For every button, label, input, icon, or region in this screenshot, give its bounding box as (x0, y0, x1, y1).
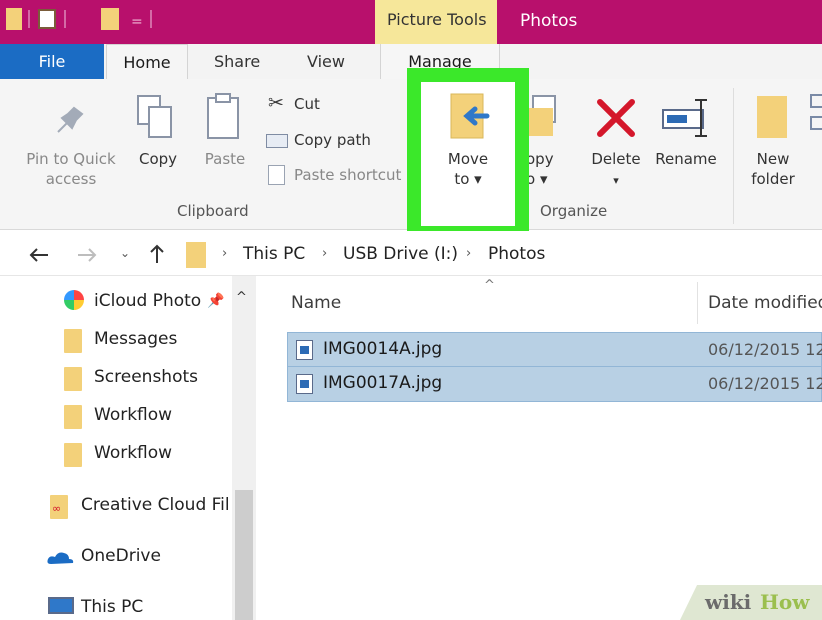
breadcrumb-usb-drive[interactable]: USB Drive (I:) (343, 244, 458, 264)
breadcrumb-chevron-icon: › (222, 246, 228, 261)
pin-icon (57, 106, 84, 133)
copy-to-label-line1: opy (526, 150, 554, 168)
pin-label-line1: Pin to Quick (26, 150, 116, 168)
forward-arrow-icon[interactable] (76, 246, 98, 264)
up-arrow-icon[interactable] (148, 243, 166, 265)
new-item-icon[interactable] (810, 94, 822, 108)
breadcrumb-chevron-icon: › (466, 246, 472, 261)
nav-item-label: This PC (81, 597, 144, 617)
scroll-up-icon[interactable]: ^ (236, 290, 247, 305)
recent-locations-icon[interactable]: ⌄ (120, 246, 130, 260)
computer-icon (48, 597, 74, 614)
file-name: IMG0014A.jpg (323, 339, 443, 359)
folder-icon (64, 329, 82, 353)
back-arrow-icon[interactable] (28, 246, 50, 264)
scissors-icon: ✂ (268, 92, 284, 114)
column-header-date-modified[interactable]: Date modified (708, 293, 822, 313)
table-row[interactable]: IMG0017A.jpg 06/12/2015 12 (287, 366, 822, 402)
paste-shortcut-button[interactable]: Paste shortcut (294, 165, 406, 185)
move-to-label: Move to ▾ (431, 149, 505, 189)
column-header-name[interactable]: Name (291, 293, 341, 313)
watermark-wiki: wiki (705, 590, 752, 614)
copy-to-button[interactable]: opy o ▾ (526, 149, 560, 189)
folder-icon (6, 8, 22, 30)
table-row[interactable]: IMG0014A.jpg 06/12/2015 12 (287, 332, 822, 368)
move-to-label-line2: to ▾ (454, 170, 482, 188)
rename-button[interactable]: Rename (650, 149, 722, 169)
copy-to-label-line2: o ▾ (526, 170, 548, 188)
delete-label: Delete (591, 150, 641, 168)
easy-access-icon[interactable] (810, 116, 822, 130)
organize-group-label: Organize (540, 202, 608, 220)
customize-qat-icon[interactable]: = (131, 14, 143, 30)
copy-icon (137, 95, 172, 138)
window-title: Photos (520, 11, 578, 31)
new-folder-button[interactable]: New folder (744, 149, 802, 189)
pin-label-line2: access (45, 170, 97, 188)
nav-item-label: Workflow (94, 443, 173, 463)
new-folder-icon[interactable] (101, 8, 119, 30)
folder-icon (64, 443, 82, 467)
nav-scroll-thumb[interactable] (235, 490, 253, 620)
nav-item-label: Workflow (94, 405, 173, 425)
properties-icon[interactable] (38, 9, 56, 29)
image-file-icon (296, 374, 313, 394)
breadcrumb-photos[interactable]: Photos (488, 244, 545, 264)
delete-icon (597, 99, 635, 137)
copy-to-icon (527, 95, 556, 136)
paste-button[interactable]: Paste (198, 149, 252, 169)
pin-icon: 📌 (207, 293, 225, 309)
image-file-icon (296, 340, 313, 360)
move-to-label-line1: Move (447, 150, 489, 168)
watermark-how: How (760, 590, 810, 614)
chevron-down-icon: ▾ (613, 174, 619, 187)
paste-shortcut-icon (268, 165, 285, 185)
copy-path-icon (266, 134, 288, 148)
file-date: 06/12/2015 12 (708, 374, 822, 393)
separator (28, 10, 30, 28)
nav-item-label: OneDrive (81, 546, 161, 566)
new-folder-icon (757, 96, 787, 138)
copy-path-button[interactable]: Copy path (294, 130, 371, 150)
nav-item-label: Messages (94, 329, 178, 349)
breadcrumb-this-pc[interactable]: This PC (243, 244, 305, 264)
icloud-photos-icon (64, 290, 84, 310)
nav-item-label: iCloud Photo (94, 291, 202, 311)
breadcrumb-chevron-icon: › (322, 246, 328, 261)
folder-icon (64, 367, 82, 391)
clipboard-group-label: Clipboard (177, 202, 249, 220)
nav-item-label: Screenshots (94, 367, 199, 387)
file-name: IMG0017A.jpg (323, 373, 443, 393)
cut-button[interactable]: Cut (294, 94, 320, 114)
creative-cloud-badge-icon: ∞ (52, 502, 62, 515)
separator (64, 10, 66, 28)
tab-file[interactable]: File (0, 44, 104, 79)
column-divider[interactable] (697, 282, 698, 324)
new-folder-label-line2: folder (751, 170, 795, 188)
separator (150, 10, 152, 28)
new-folder-label-line1: New (756, 150, 790, 168)
onedrive-cloud-icon (47, 552, 74, 564)
rename-icon (662, 99, 707, 137)
tab-view[interactable]: View (307, 44, 345, 79)
pin-to-quick-access-button[interactable]: Pin to Quick access (18, 149, 124, 189)
move-to-icon (450, 93, 490, 139)
tab-home[interactable]: Home (106, 44, 188, 82)
copy-button[interactable]: Copy (132, 149, 184, 169)
group-separator (733, 88, 734, 224)
tab-share[interactable]: Share (214, 44, 260, 79)
folder-icon (186, 242, 206, 268)
delete-button[interactable]: Delete ▾ (585, 149, 647, 191)
picture-tools-label: Picture Tools (387, 10, 487, 29)
paste-icon (207, 93, 239, 139)
nav-item-label: Creative Cloud Fil (81, 495, 230, 515)
folder-icon (64, 405, 82, 429)
sort-ascending-icon: ^ (484, 278, 495, 293)
file-date: 06/12/2015 12 (708, 340, 822, 359)
